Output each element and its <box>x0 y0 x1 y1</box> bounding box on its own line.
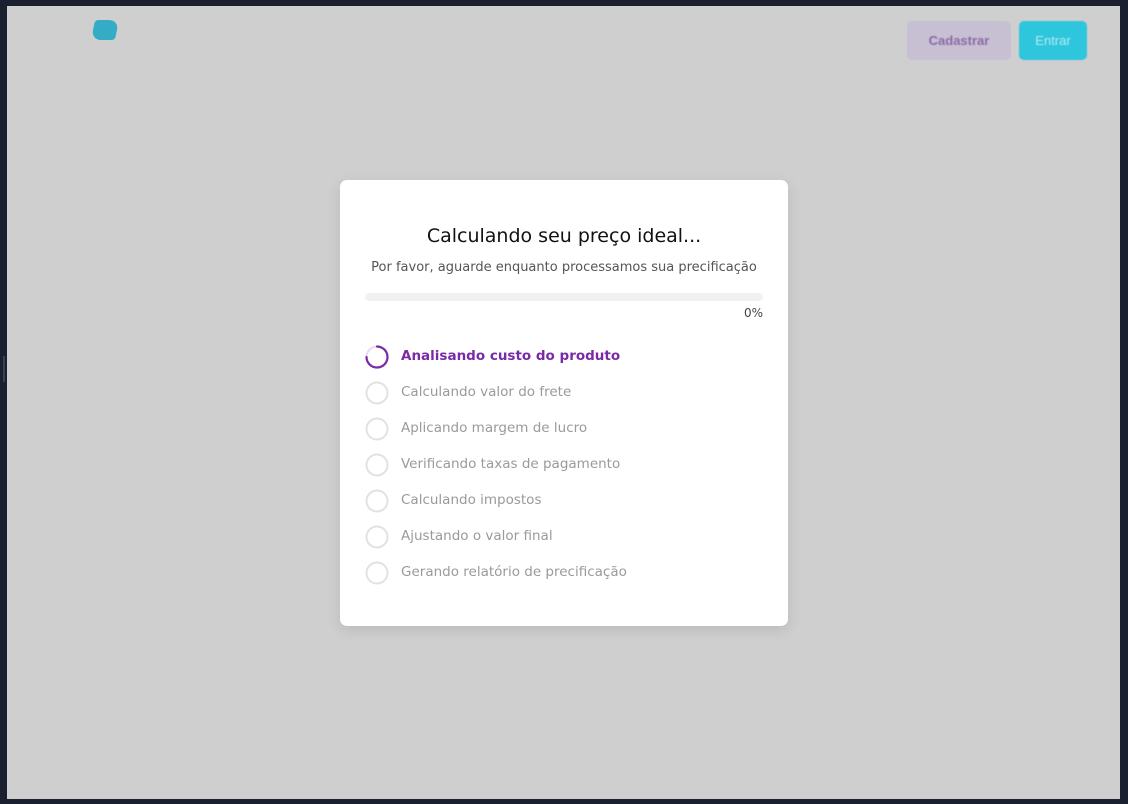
empty-circle-icon <box>365 561 389 585</box>
step-item: Analisando custo do produto <box>365 345 763 381</box>
step-label: Ajustando o valor final <box>401 528 553 544</box>
empty-circle-icon <box>365 417 389 441</box>
empty-circle-icon <box>365 453 389 477</box>
step-label: Aplicando margem de lucro <box>401 420 588 436</box>
empty-circle-icon <box>365 381 389 405</box>
page-overlay: Cadastrar Entrar Calculando seu preço id… <box>7 6 1120 799</box>
signup-button[interactable]: Cadastrar <box>907 21 1011 60</box>
step-label: Calculando impostos <box>401 492 542 508</box>
step-label: Calculando valor do frete <box>401 384 572 400</box>
progress-bar <box>365 293 763 301</box>
window-edge-handle <box>3 356 5 382</box>
step-item: Calculando impostos <box>365 489 763 525</box>
pricing-progress-modal: Calculando seu preço ideal... Por favor,… <box>340 180 788 626</box>
modal-subtitle: Por favor, aguarde enquanto processamos … <box>371 260 757 275</box>
step-list: Analisando custo do produto Calculando v… <box>365 345 763 597</box>
progress-percentage: 0% <box>743 306 763 320</box>
step-item: Ajustando o valor final <box>365 525 763 561</box>
empty-circle-icon <box>365 525 389 549</box>
step-label: Verificando taxas de pagamento <box>401 456 621 472</box>
step-item: Verificando taxas de pagamento <box>365 453 763 489</box>
step-item: Aplicando margem de lucro <box>365 417 763 453</box>
step-item: Gerando relatório de precificação <box>365 561 763 597</box>
modal-title: Calculando seu preço ideal... <box>426 225 702 247</box>
step-label: Gerando relatório de precificação <box>401 564 627 580</box>
step-item: Calculando valor do frete <box>365 381 763 417</box>
empty-circle-icon <box>365 489 389 513</box>
step-label: Analisando custo do produto <box>401 348 621 364</box>
login-button[interactable]: Entrar <box>1019 21 1087 60</box>
logo-icon <box>90 20 120 42</box>
spinner-icon <box>365 345 389 369</box>
